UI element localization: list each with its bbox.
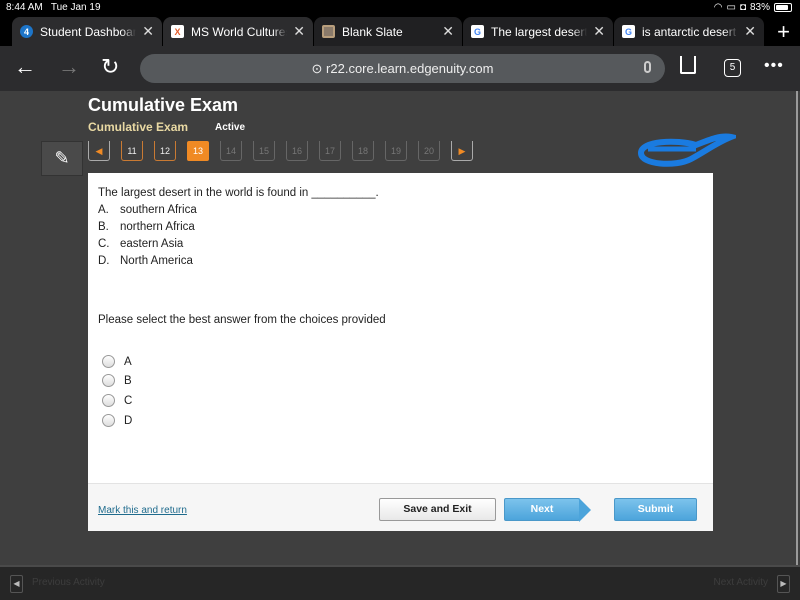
google-favicon-icon: G — [622, 25, 635, 38]
blank-slate-favicon-icon — [322, 25, 335, 38]
tab-count-button[interactable]: 5 — [724, 59, 741, 77]
page-button-19[interactable]: 19 — [385, 141, 407, 161]
close-tab-icon[interactable]: ✕ — [442, 23, 454, 40]
option-d: D. North America — [98, 255, 193, 267]
tab-title: Blank Slate — [342, 24, 403, 39]
radio-circle[interactable] — [102, 414, 115, 427]
save-and-exit-button[interactable]: Save and Exit — [379, 498, 496, 521]
mark-and-return-link[interactable]: Mark this and return — [98, 505, 187, 516]
option-a: A. southern Africa — [98, 204, 197, 216]
edgenuity-favicon-icon: 4 — [20, 25, 33, 38]
microphone-icon[interactable] — [644, 61, 651, 73]
next-activity-button[interactable]: ▶ — [777, 575, 790, 593]
tab-title: Student Dashboard — [40, 24, 136, 39]
close-tab-icon[interactable]: ✕ — [744, 23, 756, 40]
redaction-scribble — [637, 133, 736, 167]
question-pager: ◀ 11 12 13 14 15 16 17 18 19 20 ▶ — [88, 141, 473, 161]
next-question-button[interactable]: ▶ — [451, 141, 473, 161]
page-button-13[interactable]: 13 — [187, 141, 209, 161]
browser-toolbar: ← → ↻ ⊙ r22.core.learn.edgenuity.com 5 •… — [0, 46, 800, 91]
tab-title: MS World Cultures — [191, 24, 287, 39]
question-footer: Mark this and return Save and Exit Next … — [88, 483, 713, 531]
question-panel: The largest desert in the world is found… — [88, 173, 713, 531]
tab-title: The largest desert — [491, 24, 587, 39]
page-button-18[interactable]: 18 — [352, 141, 374, 161]
forward-button[interactable]: → — [58, 54, 80, 80]
back-button[interactable]: ← — [14, 54, 36, 80]
page-button-16[interactable]: 16 — [286, 141, 308, 161]
tab-world-cultures[interactable]: X MS World Cultures ✕ — [163, 17, 313, 46]
site-info-icon: ⊙ — [311, 61, 327, 76]
status-icons: ◠ ▭ ◘ 83% — [714, 2, 792, 13]
radio-a[interactable]: A — [102, 355, 132, 368]
page-button-14[interactable]: 14 — [220, 141, 242, 161]
google-favicon-icon: G — [471, 25, 484, 38]
tab-blank-slate[interactable]: Blank Slate ✕ — [314, 17, 462, 46]
close-tab-icon[interactable]: ✕ — [142, 23, 154, 40]
page-scrollbar[interactable] — [796, 91, 798, 571]
browser-tabs: 4 Student Dashboard ✕ X MS World Culture… — [0, 17, 800, 46]
battery-percent: 83% — [749, 2, 770, 13]
page-button-20[interactable]: 20 — [418, 141, 440, 161]
status-time: 8:44 AM Tue Jan 19 — [6, 2, 101, 13]
next-activity-label[interactable]: Next Activity — [714, 577, 768, 588]
tab-antarctic-desert[interactable]: G is antarctic desert ✕ — [614, 17, 764, 46]
wifi-icon: ◠ — [713, 2, 723, 13]
radio-circle[interactable] — [102, 394, 115, 407]
exam-page: Cumulative Exam Cumulative Exam Active ✎… — [0, 91, 800, 600]
instruction-text: Please select the best answer from the c… — [98, 314, 386, 326]
tab-student-dashboard[interactable]: 4 Student Dashboard ✕ — [12, 17, 162, 46]
share-icon[interactable] — [680, 56, 696, 74]
page-title: Cumulative Exam — [88, 95, 239, 115]
next-button[interactable]: Next — [504, 498, 591, 522]
option-b: B. northern Africa — [98, 221, 195, 233]
option-c: C. eastern Asia — [98, 238, 184, 250]
radio-circle[interactable] — [102, 355, 115, 368]
page-button-17[interactable]: 17 — [319, 141, 341, 161]
radio-c[interactable]: C — [102, 394, 132, 407]
course-favicon-icon: X — [171, 25, 184, 38]
reload-button[interactable]: ↻ — [101, 54, 119, 80]
pencil-tool-icon[interactable]: ✎ — [41, 141, 83, 176]
exam-status: Active — [215, 122, 246, 133]
orientation-lock-icon: ◘ — [739, 2, 746, 13]
previous-activity-button[interactable]: ◀ — [10, 575, 23, 593]
submit-button[interactable]: Submit — [614, 498, 697, 521]
radio-d[interactable]: D — [102, 414, 132, 427]
previous-activity-label[interactable]: Previous Activity — [32, 577, 105, 588]
new-tab-button[interactable]: + — [777, 19, 790, 45]
tab-largest-desert[interactable]: G The largest desert ✕ — [463, 17, 613, 46]
close-tab-icon[interactable]: ✕ — [593, 23, 605, 40]
prev-question-button[interactable]: ◀ — [88, 141, 110, 161]
battery-icon — [774, 3, 792, 12]
exam-subtitle: Cumulative Exam — [88, 120, 189, 134]
question-text: The largest desert in the world is found… — [98, 187, 379, 199]
activity-nav-bar: ◀ Previous Activity Next Activity ▶ — [0, 565, 800, 600]
page-button-15[interactable]: 15 — [253, 141, 275, 161]
page-button-12[interactable]: 12 — [154, 141, 176, 161]
url-text: r22.core.learn.edgenuity.com — [326, 61, 494, 76]
more-menu-icon[interactable]: ••• — [764, 57, 784, 75]
radio-b[interactable]: B — [102, 374, 132, 387]
status-bar: 8:44 AM Tue Jan 19 ◠ ▭ ◘ 83% — [0, 0, 800, 16]
address-bar[interactable]: ⊙ r22.core.learn.edgenuity.com — [140, 54, 665, 83]
screen-mirror-icon: ▭ — [726, 2, 736, 13]
tab-title: is antarctic desert — [642, 24, 737, 39]
radio-circle[interactable] — [102, 374, 115, 387]
close-tab-icon[interactable]: ✕ — [293, 23, 305, 40]
page-button-11[interactable]: 11 — [121, 141, 143, 161]
